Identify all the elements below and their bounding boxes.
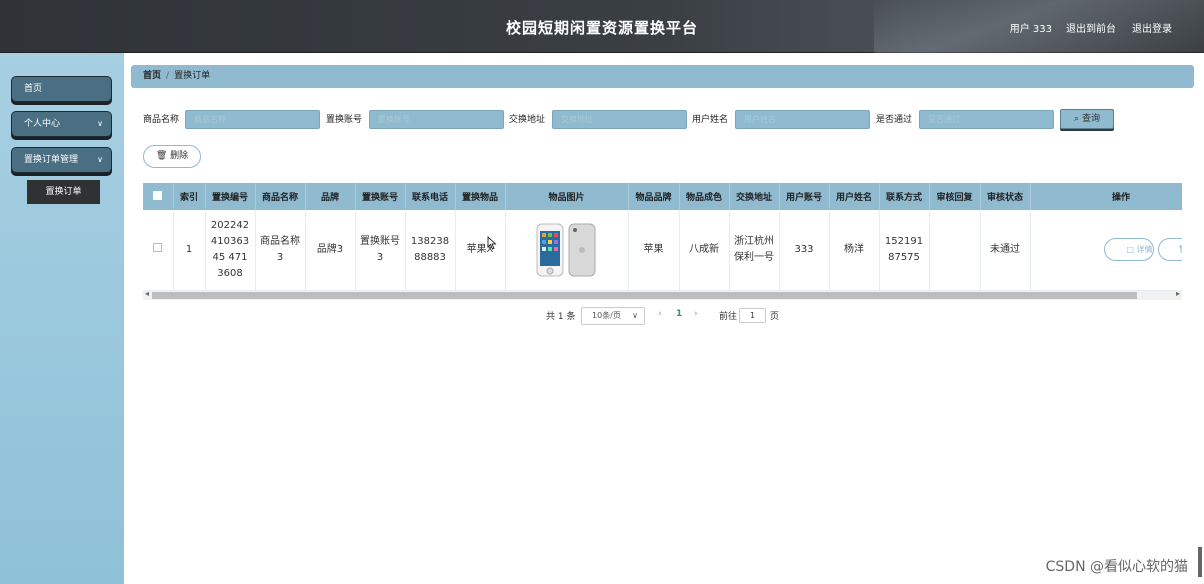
col-header: 置换账号 — [355, 183, 406, 210]
col-header: 索引 — [173, 183, 206, 210]
cell-swap-item: 苹果X — [455, 210, 506, 291]
sidebar-item-home[interactable]: 首页 — [11, 76, 112, 102]
col-header: 交换地址 — [729, 183, 780, 210]
search-label-user-name: 用户姓名 — [692, 115, 729, 125]
sidebar-item-personal-center[interactable]: 个人中心 ∨ — [11, 111, 112, 137]
col-header: 置换编号 — [205, 183, 256, 210]
table-header-row: 索引 置换编号 商品名称 品牌 置换账号 联系电话 置换物品 物品图片 物品品牌… — [143, 183, 1182, 210]
col-header: 联系电话 — [405, 183, 456, 210]
cell-code: 20224241036345 4713608 — [205, 210, 256, 291]
sidebar-item-label: 个人中心 — [24, 119, 61, 129]
goto-label: 前往 — [719, 312, 738, 322]
prev-page-icon[interactable]: ‹ — [658, 309, 662, 319]
cell-condition: 八成新 — [679, 210, 730, 291]
cell-product-name: 商品名称3 — [255, 210, 306, 291]
swap-account-input[interactable]: 置换账号 — [369, 110, 504, 129]
col-header: 物品图片 — [505, 183, 629, 210]
col-header: 置换物品 — [455, 183, 506, 210]
exit-to-front-link[interactable]: 退出到前台 — [1066, 20, 1116, 35]
detail-button-label: 详情 — [1136, 245, 1153, 255]
cell-phone: 13823888883 — [405, 210, 456, 291]
col-header: 物品品牌 — [628, 183, 680, 210]
search-label-address: 交换地址 — [509, 115, 546, 125]
cell-actions: □ 详情🗑︎ 删除 — [1030, 210, 1182, 291]
select-all-header[interactable] — [143, 183, 174, 210]
sidebar-item-label: 首页 — [24, 84, 43, 94]
row-delete-button[interactable]: 🗑︎ 删除 — [1157, 238, 1182, 262]
approved-input[interactable]: 是否通过 — [919, 110, 1054, 129]
search-label-swap-account: 置换账号 — [326, 115, 363, 125]
address-input[interactable]: 交换地址 — [552, 110, 687, 129]
chevron-down-icon: ∨ — [632, 311, 638, 320]
cell-contact: 15219187575 — [879, 210, 930, 291]
phone-product-image — [536, 223, 595, 277]
col-header: 物品成色 — [679, 183, 730, 210]
page-size-value: 10条/页 — [592, 311, 621, 320]
col-header: 用户账号 — [779, 183, 830, 210]
col-header: 操作 — [1030, 183, 1182, 210]
cell-item-brand: 苹果 — [628, 210, 680, 291]
cell-user-account: 333 — [779, 210, 830, 291]
row-checkbox[interactable] — [153, 242, 163, 252]
query-button[interactable]: ⌕ 查询 — [1060, 109, 1114, 129]
product-name-input[interactable]: 商品名称 — [185, 110, 320, 129]
cell-review-status: 未通过 — [980, 210, 1031, 291]
horizontal-scrollbar[interactable]: ◂ ▸ — [143, 289, 1182, 300]
detail-button[interactable]: □ 详情 — [1103, 238, 1154, 262]
page-number-current[interactable]: 1 — [676, 309, 682, 319]
cell-index: 1 — [173, 210, 206, 291]
goto-page-input[interactable]: 1 — [739, 308, 766, 323]
col-header: 品牌 — [305, 183, 356, 210]
breadcrumb: 首页 / 置换订单 — [131, 65, 1194, 88]
mouse-pointer-icon — [487, 236, 497, 250]
col-header: 用户姓名 — [829, 183, 880, 210]
top-header: 校园短期闲置资源置换平台 用户 333 退出到前台 退出登录 — [0, 0, 1204, 53]
cell-swap-account: 置换账号3 — [355, 210, 406, 291]
col-header: 审核状态 — [980, 183, 1031, 210]
cell-item-image — [505, 210, 629, 291]
user-name-input[interactable]: 用户姓名 — [735, 110, 870, 129]
search-label-approved: 是否通过 — [876, 115, 913, 125]
sidebar-item-order-management[interactable]: 置换订单管理 ∨ — [11, 147, 112, 173]
cell-brand: 品牌3 — [305, 210, 356, 291]
scroll-right-icon[interactable]: ▸ — [1176, 289, 1180, 298]
cell-review-reply — [929, 210, 981, 291]
breadcrumb-separator: / — [166, 71, 170, 81]
trash-icon: 🗑︎ — [155, 151, 168, 161]
pagination-total: 共 1 条 — [546, 312, 576, 322]
row-select-cell[interactable] — [143, 210, 174, 291]
watermark: CSDN @看似心软的猫 — [1045, 559, 1188, 575]
sidebar-item-label: 置换订单管理 — [24, 155, 79, 165]
col-header: 商品名称 — [255, 183, 306, 210]
select-all-checkbox[interactable] — [153, 190, 163, 200]
scrollbar-thumb[interactable] — [152, 292, 1137, 299]
next-page-icon[interactable]: › — [694, 309, 698, 319]
trash-icon: 🗑︎ — [1178, 245, 1182, 254]
chevron-down-icon: ∨ — [97, 119, 103, 128]
page-size-select[interactable]: 10条/页 ∨ — [581, 307, 645, 325]
search-label-product-name: 商品名称 — [143, 115, 180, 125]
orders-table: 索引 置换编号 商品名称 品牌 置换账号 联系电话 置换物品 物品图片 物品品牌… — [143, 183, 1182, 301]
chevron-down-icon: ∨ — [97, 155, 103, 164]
col-header: 联系方式 — [879, 183, 930, 210]
sidebar: 首页 个人中心 ∨ 置换订单管理 ∨ — [0, 53, 124, 584]
cell-address: 浙江杭州保利一号 — [729, 210, 780, 291]
delete-button-label: 删除 — [170, 151, 189, 161]
document-icon: □ — [1126, 245, 1134, 255]
sidebar-subitem-swap-orders[interactable]: 置换订单 — [27, 180, 100, 204]
cell-user-name: 杨洋 — [829, 210, 880, 291]
batch-delete-button[interactable]: 🗑︎ 删除 — [143, 145, 201, 168]
vertical-scrollbar[interactable] — [1198, 547, 1202, 577]
breadcrumb-home[interactable]: 首页 — [143, 71, 161, 81]
user-label: 用户 333 — [1009, 24, 1052, 35]
scroll-left-icon[interactable]: ◂ — [145, 289, 149, 298]
col-header: 审核回复 — [929, 183, 981, 210]
table-row: 1 20224241036345 4713608 商品名称3 品牌3 置换账号3… — [143, 210, 1182, 291]
page-suffix: 页 — [770, 312, 780, 322]
query-button-label: 查询 — [1081, 114, 1100, 124]
search-icon: ⌕ — [1074, 114, 1080, 124]
breadcrumb-current: 置换订单 — [174, 71, 211, 81]
logout-link[interactable]: 退出登录 — [1132, 20, 1172, 35]
